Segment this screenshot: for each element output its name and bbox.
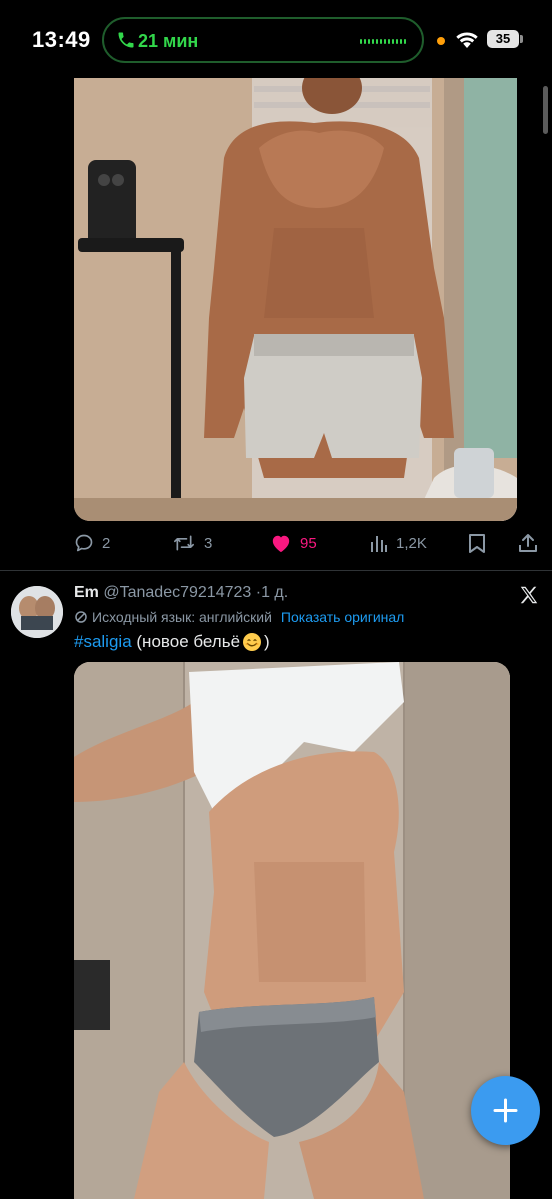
avatar-image xyxy=(11,586,63,638)
mirror-selfie-image xyxy=(74,78,517,521)
hashtag-link[interactable]: #saligia xyxy=(74,632,132,652)
author-handle[interactable]: @Tanadec79214723 xyxy=(103,584,251,601)
reply-icon xyxy=(75,534,93,552)
views-button[interactable]: 1,2K xyxy=(370,528,427,558)
post-text-body: (новое бельё xyxy=(136,632,241,651)
x-logo-icon[interactable] xyxy=(518,584,540,606)
heart-filled-icon xyxy=(272,535,290,553)
bookmark-button[interactable] xyxy=(468,528,486,558)
phone-icon xyxy=(118,32,134,48)
post-time[interactable]: 1 д. xyxy=(261,584,288,601)
active-call-pill[interactable]: 21 мин xyxy=(102,17,424,63)
clock: 13:49 xyxy=(32,27,91,52)
status-bar: 13:49 21 мин 35 xyxy=(0,0,552,78)
bookmark-icon xyxy=(469,534,485,553)
post-divider xyxy=(0,570,552,571)
scrollbar[interactable] xyxy=(543,86,548,134)
like-count: 95 xyxy=(300,534,317,552)
wifi-icon xyxy=(456,32,478,48)
translation-note: Исходный язык: английский xyxy=(92,609,272,625)
battery-indicator: 35 xyxy=(487,30,519,48)
post1-image[interactable] xyxy=(74,78,517,521)
repost-icon xyxy=(174,535,195,551)
battery-cap xyxy=(520,35,523,43)
post-text-close: ) xyxy=(264,632,270,651)
share-button[interactable] xyxy=(518,528,538,558)
views-bar-chart-icon xyxy=(371,536,387,552)
views-count: 1,2K xyxy=(396,534,427,552)
show-original-link[interactable]: Показать оригинал xyxy=(281,609,404,625)
repost-button[interactable]: 3 xyxy=(172,528,212,558)
avatar[interactable] xyxy=(11,586,63,638)
post2-image[interactable] xyxy=(74,662,510,1199)
smiling-face-icon xyxy=(243,633,262,651)
like-button[interactable]: 95 xyxy=(270,528,317,558)
call-duration: 21 мин xyxy=(138,31,199,51)
reply-button[interactable]: 2 xyxy=(74,528,110,558)
translation-line: Исходный язык: английский Показать ориги… xyxy=(74,609,404,625)
microphone-indicator xyxy=(437,37,445,45)
translate-icon xyxy=(75,611,87,623)
repost-count: 3 xyxy=(204,534,213,552)
post1-action-bar: 2 3 95 1,2K xyxy=(74,528,540,558)
author-name[interactable]: Em xyxy=(74,584,99,601)
audio-waveform-icon xyxy=(360,37,408,45)
underwear-photo-image xyxy=(74,662,510,1199)
share-icon xyxy=(519,534,537,552)
compose-post-button[interactable] xyxy=(471,1076,540,1145)
post2-text: #saligia (новое бельё ) xyxy=(74,632,270,652)
post2-header: Em @Tanadec79214723 ·1 д. xyxy=(74,584,288,602)
plus-icon xyxy=(493,1098,518,1123)
reply-count: 2 xyxy=(102,534,111,552)
